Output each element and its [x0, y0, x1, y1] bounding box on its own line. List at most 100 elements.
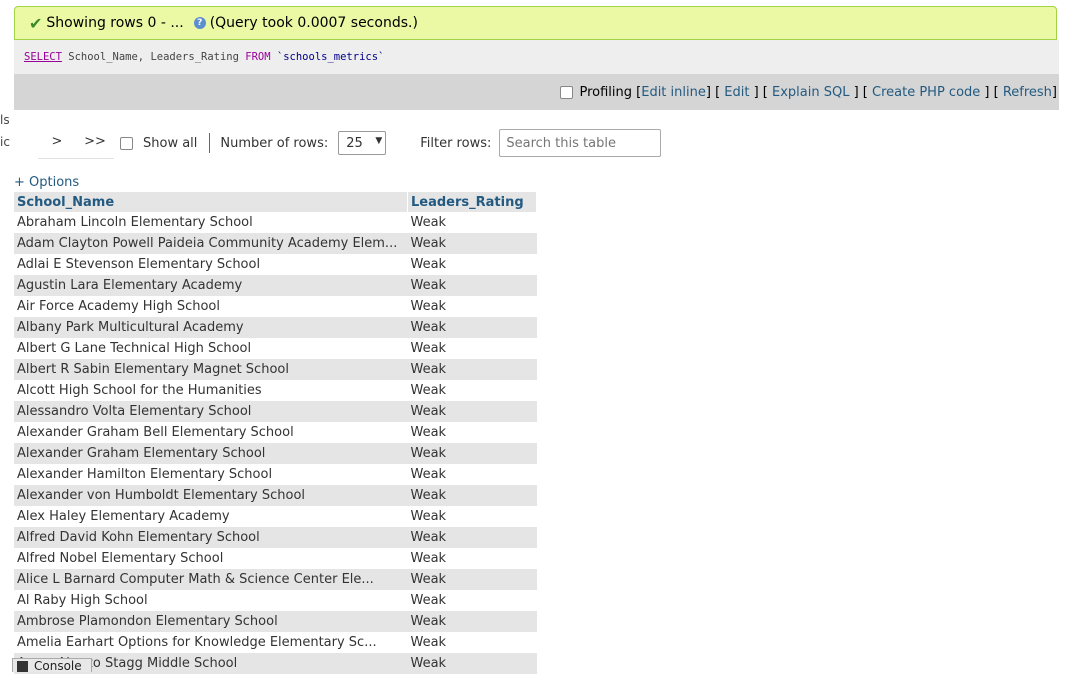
cell-school-name[interactable]: Adam Clayton Powell Paideia Community Ac…	[14, 233, 408, 254]
edit-link[interactable]: Edit	[724, 85, 749, 100]
options-link[interactable]: + Options	[14, 175, 79, 190]
cell-leaders-rating[interactable]: Weak	[407, 317, 537, 338]
table-row[interactable]: Amos Alonzo Stagg Middle School Weak	[14, 653, 537, 674]
column-header-leaders-rating[interactable]: Leaders_Rating	[407, 192, 537, 212]
cell-school-name[interactable]: Abraham Lincoln Elementary School	[14, 212, 408, 233]
sql-columns: School_Name, Leaders_Rating	[61, 51, 246, 63]
table-row[interactable]: Alex Haley Elementary Academy Weak	[14, 506, 537, 527]
cell-leaders-rating[interactable]: Weak	[407, 422, 537, 443]
cell-school-name[interactable]: Alexander Graham Elementary School	[14, 443, 408, 464]
table-row[interactable]: Amelia Earhart Options for Knowledge Ele…	[14, 632, 537, 653]
cell-leaders-rating[interactable]: Weak	[407, 506, 537, 527]
query-time: (Query took 0.0007 seconds.)	[209, 15, 418, 31]
cell-school-name[interactable]: Alice L Barnard Computer Math & Science …	[14, 569, 408, 590]
table-row[interactable]: Alexander Graham Bell Elementary School W…	[14, 422, 537, 443]
show-all-label: Show all	[143, 135, 198, 151]
cell-leaders-rating[interactable]: Weak	[407, 233, 537, 254]
cell-school-name[interactable]: Alexander Graham Bell Elementary School	[14, 422, 408, 443]
filter-rows-input[interactable]	[499, 129, 662, 157]
help-icon[interactable]: ?	[193, 17, 206, 29]
sidebar-clipped-text: ic	[0, 135, 10, 149]
results-table: School_Name Leaders_Rating Abraham Linco…	[14, 192, 537, 674]
table-row[interactable]: Albert R Sabin Elementary Magnet School W…	[14, 359, 537, 380]
divider	[209, 133, 211, 153]
table-row[interactable]: Alfred David Kohn Elementary School Weak	[14, 527, 537, 548]
cell-leaders-rating[interactable]: Weak	[407, 569, 537, 590]
cell-leaders-rating[interactable]: Weak	[407, 296, 537, 317]
cell-leaders-rating[interactable]: Weak	[407, 359, 537, 380]
success-text: Showing rows 0 - ...	[46, 15, 184, 31]
cell-leaders-rating[interactable]: Weak	[407, 443, 537, 464]
sql-select-keyword[interactable]: SELECT	[24, 51, 62, 63]
filter-label: Filter rows:	[420, 135, 492, 151]
cell-school-name[interactable]: Alessandro Volta Elementary School	[14, 401, 408, 422]
table-row[interactable]: Abraham Lincoln Elementary School Weak	[14, 212, 537, 233]
console-icon	[17, 661, 28, 672]
table-row[interactable]: Alcott High School for the Humanities Wea…	[14, 380, 537, 401]
sql-query-box: SELECT School_Name, Leaders_Rating FROM …	[14, 40, 1059, 74]
table-row[interactable]: Albany Park Multicultural Academy Weak	[14, 317, 537, 338]
explain-sql-link[interactable]: Explain SQL	[772, 85, 849, 100]
cell-leaders-rating[interactable]: Weak	[407, 338, 537, 359]
cell-school-name[interactable]: Adlai E Stevenson Elementary School	[14, 254, 408, 275]
table-row[interactable]: Alexander Hamilton Elementary School Weak	[14, 464, 537, 485]
cell-school-name[interactable]: Alexander Hamilton Elementary School	[14, 464, 408, 485]
show-all-checkbox[interactable]	[120, 136, 133, 150]
cell-leaders-rating[interactable]: Weak	[407, 632, 537, 653]
refresh-link[interactable]: Refresh	[1003, 85, 1052, 100]
last-page-button[interactable]: >>	[76, 128, 114, 159]
cell-leaders-rating[interactable]: Weak	[407, 611, 537, 632]
cell-school-name[interactable]: Amelia Earhart Options for Knowledge Ele…	[14, 632, 408, 653]
table-row[interactable]: Ambrose Plamondon Elementary School Weak	[14, 611, 537, 632]
cell-school-name[interactable]: Air Force Academy High School	[14, 296, 408, 317]
cell-school-name[interactable]: Albert R Sabin Elementary Magnet School	[14, 359, 408, 380]
table-row[interactable]: Alice L Barnard Computer Math & Science …	[14, 569, 537, 590]
cell-school-name[interactable]: Ambrose Plamondon Elementary School	[14, 611, 408, 632]
sql-table-name: `schools_metrics`	[270, 51, 385, 63]
cell-leaders-rating[interactable]: Weak	[407, 653, 537, 674]
cell-leaders-rating[interactable]: Weak	[407, 380, 537, 401]
rows-label: Number of rows:	[220, 135, 329, 151]
table-row[interactable]: Air Force Academy High School Weak	[14, 296, 537, 317]
cell-school-name[interactable]: Albert G Lane Technical High School	[14, 338, 408, 359]
table-row[interactable]: Alexander Graham Elementary School Weak	[14, 443, 537, 464]
table-row[interactable]: Al Raby High School Weak	[14, 590, 537, 611]
table-row[interactable]: Adlai E Stevenson Elementary School Weak	[14, 254, 537, 275]
table-row[interactable]: Albert G Lane Technical High School Weak	[14, 338, 537, 359]
profiling-label: Profiling	[579, 84, 633, 100]
cell-leaders-rating[interactable]: Weak	[407, 590, 537, 611]
table-row[interactable]: Adam Clayton Powell Paideia Community Ac…	[14, 233, 537, 254]
cell-leaders-rating[interactable]: Weak	[407, 485, 537, 506]
cell-leaders-rating[interactable]: Weak	[407, 464, 537, 485]
cell-school-name[interactable]: Alex Haley Elementary Academy	[14, 506, 408, 527]
query-toolbar: Profiling [Edit inline] [ Edit ] [ Expla…	[14, 74, 1059, 110]
table-row[interactable]: Agustin Lara Elementary Academy Weak	[14, 275, 537, 296]
rows-per-page-select[interactable]: 25 ▼	[338, 131, 387, 155]
cell-school-name[interactable]: Alfred Nobel Elementary School	[14, 548, 408, 569]
cell-leaders-rating[interactable]: Weak	[407, 275, 537, 296]
cell-school-name[interactable]: Agustin Lara Elementary Academy	[14, 275, 408, 296]
navigation-bar: > >> Show all Number of rows: 25 ▼ Filter…	[38, 128, 662, 159]
sql-from-keyword: FROM	[245, 51, 271, 63]
cell-leaders-rating[interactable]: Weak	[407, 254, 537, 275]
table-row[interactable]: Alexander von Humboldt Elementary School…	[14, 485, 537, 506]
edit-inline-link[interactable]: Edit inline	[641, 85, 706, 100]
cell-leaders-rating[interactable]: Weak	[407, 548, 537, 569]
rows-per-page-value: 25	[346, 136, 363, 151]
cell-school-name[interactable]: Alexander von Humboldt Elementary School	[14, 485, 408, 506]
table-row[interactable]: Alfred Nobel Elementary School Weak	[14, 548, 537, 569]
cell-school-name[interactable]: Alfred David Kohn Elementary School	[14, 527, 408, 548]
cell-school-name[interactable]: Al Raby High School	[14, 590, 408, 611]
sidebar-clipped-text: ls	[0, 113, 10, 127]
cell-leaders-rating[interactable]: Weak	[407, 212, 537, 233]
next-page-button[interactable]: >	[38, 128, 76, 159]
cell-leaders-rating[interactable]: Weak	[407, 527, 537, 548]
cell-leaders-rating[interactable]: Weak	[407, 401, 537, 422]
cell-school-name[interactable]: Alcott High School for the Humanities	[14, 380, 408, 401]
column-header-school-name[interactable]: School_Name	[14, 192, 408, 212]
cell-school-name[interactable]: Albany Park Multicultural Academy	[14, 317, 408, 338]
table-row[interactable]: Alessandro Volta Elementary School Weak	[14, 401, 537, 422]
profiling-checkbox[interactable]	[560, 85, 574, 99]
create-php-code-link[interactable]: Create PHP code	[872, 85, 980, 100]
console-label: Console	[34, 659, 82, 673]
